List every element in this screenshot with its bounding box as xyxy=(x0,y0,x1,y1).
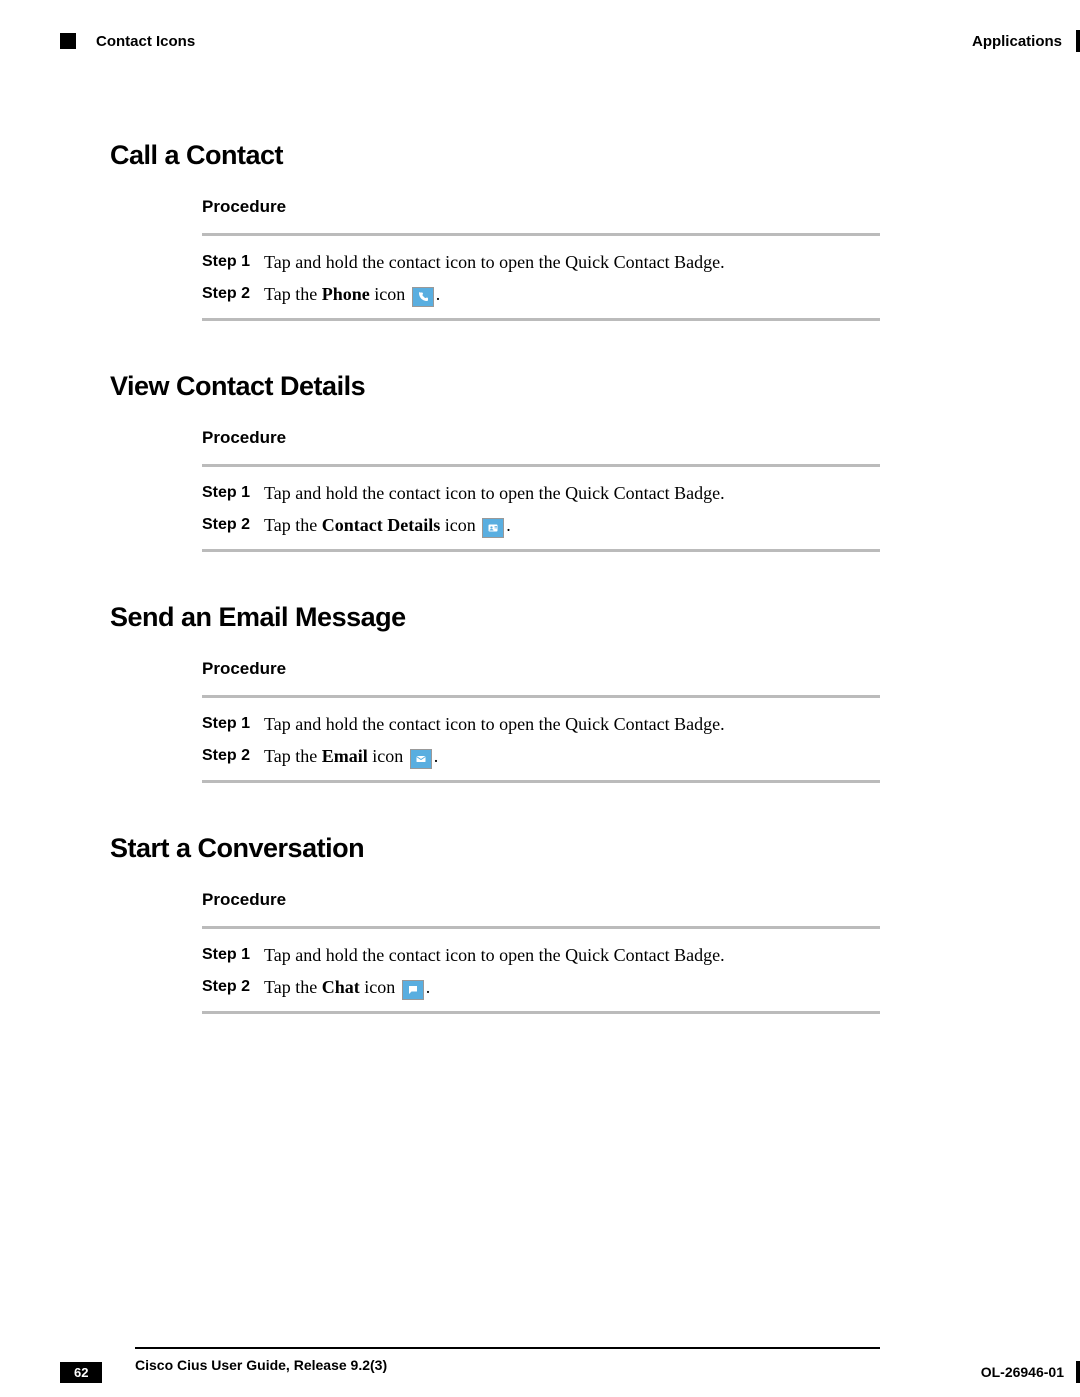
phone-icon xyxy=(412,287,434,307)
divider-icon xyxy=(202,780,880,783)
procedure-heading: Procedure xyxy=(202,659,880,679)
step-text-period: . xyxy=(434,746,439,766)
section-call-contact: Call a Contact Procedure Step 1 Tap and … xyxy=(110,140,880,321)
step-text-prefix: Tap the xyxy=(264,284,322,304)
footer-rule-icon xyxy=(135,1347,880,1349)
step-row: Step 2 Tap the Chat icon . xyxy=(202,973,880,1001)
divider-icon xyxy=(202,318,880,321)
step-label: Step 2 xyxy=(202,280,264,308)
header-left-label: Contact Icons xyxy=(96,33,195,50)
divider-icon xyxy=(202,695,880,698)
step-row: Step 1 Tap and hold the contact icon to … xyxy=(202,248,880,276)
step-text-prefix: Tap the xyxy=(264,977,322,997)
header-right-label: Applications xyxy=(972,33,1062,50)
email-icon xyxy=(410,749,432,769)
chat-icon xyxy=(402,980,424,1000)
header-right-bar-icon xyxy=(1076,30,1080,52)
section-title: View Contact Details xyxy=(110,371,880,402)
procedure-heading: Procedure xyxy=(202,197,880,217)
step-text-icon-word: icon xyxy=(370,284,410,304)
section-start-conversation: Start a Conversation Procedure Step 1 Ta… xyxy=(110,833,880,1014)
section-title: Start a Conversation xyxy=(110,833,880,864)
running-header: Contact Icons Applications xyxy=(60,30,1080,52)
divider-icon xyxy=(202,926,880,929)
step-bold: Contact Details xyxy=(322,515,440,535)
step-text: Tap and hold the contact icon to open th… xyxy=(264,941,725,969)
step-row: Step 2 Tap the Email icon . xyxy=(202,742,880,770)
step-text: Tap the Email icon . xyxy=(264,742,438,770)
step-bold: Email xyxy=(322,746,368,766)
divider-icon xyxy=(202,549,880,552)
step-bold: Chat xyxy=(322,977,360,997)
divider-icon xyxy=(202,464,880,467)
contact-details-icon xyxy=(482,518,504,538)
step-text: Tap and hold the contact icon to open th… xyxy=(264,479,725,507)
step-row: Step 2 Tap the Contact Details icon . xyxy=(202,511,880,539)
step-text-period: . xyxy=(506,515,511,535)
step-label: Step 2 xyxy=(202,742,264,770)
step-label: Step 1 xyxy=(202,941,264,969)
section-send-email: Send an Email Message Procedure Step 1 T… xyxy=(110,602,880,783)
step-text-icon-word: icon xyxy=(360,977,400,997)
step-label: Step 1 xyxy=(202,710,264,738)
page-number-badge: 62 xyxy=(60,1362,102,1383)
step-text: Tap the Chat icon . xyxy=(264,973,430,1001)
divider-icon xyxy=(202,233,880,236)
procedure-heading: Procedure xyxy=(202,428,880,448)
step-text-period: . xyxy=(426,977,431,997)
step-text: Tap and hold the contact icon to open th… xyxy=(264,710,725,738)
step-label: Step 1 xyxy=(202,248,264,276)
divider-icon xyxy=(202,1011,880,1014)
section-view-details: View Contact Details Procedure Step 1 Ta… xyxy=(110,371,880,552)
step-bold: Phone xyxy=(322,284,370,304)
step-text-prefix: Tap the xyxy=(264,515,322,535)
step-text: Tap the Phone icon . xyxy=(264,280,440,308)
step-row: Step 1 Tap and hold the contact icon to … xyxy=(202,710,880,738)
section-title: Call a Contact xyxy=(110,140,880,171)
step-label: Step 2 xyxy=(202,973,264,1001)
step-text: Tap and hold the contact icon to open th… xyxy=(264,248,725,276)
step-text-icon-word: icon xyxy=(368,746,408,766)
footer-right-bar-icon xyxy=(1076,1361,1080,1383)
step-text-period: . xyxy=(436,284,441,304)
step-row: Step 1 Tap and hold the contact icon to … xyxy=(202,479,880,507)
step-label: Step 2 xyxy=(202,511,264,539)
step-row: Step 2 Tap the Phone icon . xyxy=(202,280,880,308)
step-text-prefix: Tap the xyxy=(264,746,322,766)
step-text-icon-word: icon xyxy=(440,515,480,535)
doc-number: OL-26946-01 xyxy=(981,1364,1064,1380)
step-text: Tap the Contact Details icon . xyxy=(264,511,511,539)
header-marker-icon xyxy=(60,33,76,49)
step-label: Step 1 xyxy=(202,479,264,507)
step-row: Step 1 Tap and hold the contact icon to … xyxy=(202,941,880,969)
section-title: Send an Email Message xyxy=(110,602,880,633)
footer-title: Cisco Cius User Guide, Release 9.2(3) xyxy=(135,1357,387,1373)
procedure-heading: Procedure xyxy=(202,890,880,910)
